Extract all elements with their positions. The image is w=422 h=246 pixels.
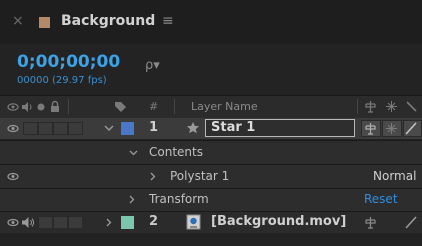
collapse-switch-icon[interactable] [385,100,398,113]
column-divider [357,99,358,114]
panel-menu-icon[interactable]: ≡ [162,13,174,29]
lock-toggle[interactable] [53,216,68,229]
column-divider [174,99,175,114]
layer-name[interactable]: [Background.mov] [211,214,346,229]
shy-switch-icon[interactable] [364,100,377,113]
property-polystar-label: Polystar 1 [170,169,230,183]
shy-icon[interactable] [364,122,377,135]
column-number-header: # [149,100,159,113]
blend-mode-dropdown[interactable]: Normal [373,169,416,183]
layer-label-swatch[interactable] [121,216,134,229]
quality-switch-icon[interactable] [405,100,417,113]
shy-icon[interactable] [364,216,377,229]
layer-row[interactable]: 1 Star 1 [0,118,422,139]
search-icon[interactable]: ρ▾ [145,58,160,73]
expand-chevron-right-icon[interactable] [150,172,156,181]
audio-icon[interactable] [21,101,34,113]
composition-label-swatch [39,17,50,28]
expand-chevron-down-icon[interactable] [129,150,138,156]
lock-toggle-extra[interactable] [68,216,83,229]
transform-reset-link[interactable]: Reset [364,192,398,206]
label-tag-icon[interactable] [114,101,127,113]
collapse-icon[interactable] [385,122,398,135]
current-time-display[interactable]: 0;00;00;00 [17,52,120,72]
visibility-eye-icon[interactable] [7,123,19,134]
quality-icon[interactable] [405,216,417,229]
layer-label-swatch[interactable] [121,122,134,135]
solo-toggle[interactable] [38,216,53,229]
layer-number: 2 [149,214,159,229]
solo-toggle[interactable] [38,122,53,135]
property-transform-label: Transform [149,192,209,206]
column-layer-name-header[interactable]: Layer Name [191,100,258,113]
lock-toggle[interactable] [53,122,68,135]
footage-file-icon [186,214,201,230]
column-header: # Layer Name [0,95,422,119]
lock-toggle-extra[interactable] [68,122,83,135]
property-row-polystar[interactable]: Polystar 1 Normal [0,165,422,188]
property-row-transform[interactable]: Transform Reset [0,189,422,211]
panel-title[interactable]: Background [61,13,155,29]
eye-icon[interactable] [7,101,19,113]
shape-layer-star-icon [187,122,199,134]
close-panel-button[interactable]: × [12,13,24,29]
empty-layer-area [0,234,422,246]
layer-row[interactable]: 2 [Background.mov] [0,212,422,233]
lock-icon[interactable] [50,100,60,113]
solo-icon[interactable] [37,103,45,111]
layer-name[interactable]: Star 1 [211,120,255,135]
property-row-contents[interactable]: Contents [0,141,422,164]
audio-icon[interactable] [21,216,35,229]
layer-number: 1 [149,120,159,135]
quality-icon[interactable] [405,122,417,135]
expand-chevron-right-icon[interactable] [129,195,135,204]
frame-count-display: 00000 (29.97 fps) [17,75,107,86]
visibility-eye-icon[interactable] [7,171,19,182]
visibility-eye-icon[interactable] [7,217,19,228]
audio-toggle[interactable] [23,122,38,135]
expand-chevron-right-icon[interactable] [106,218,112,227]
expand-chevron-down-icon[interactable] [104,125,114,132]
property-contents-label: Contents [149,145,203,159]
column-divider [68,99,69,114]
